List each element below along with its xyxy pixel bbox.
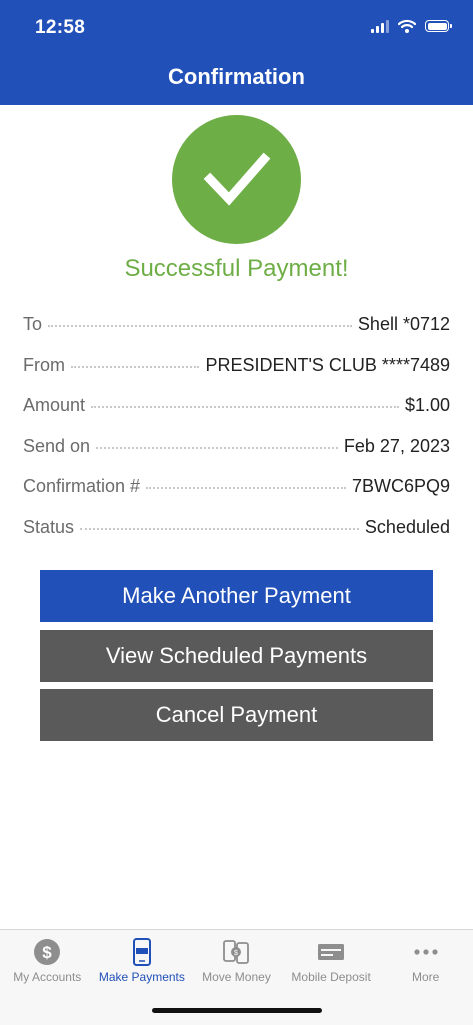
leader-dots — [80, 527, 359, 530]
tab-label: My Accounts — [13, 970, 82, 984]
detail-row-status: Status Scheduled — [23, 517, 450, 558]
detail-row-to: To Shell *0712 — [23, 314, 450, 355]
cancel-payment-button[interactable]: Cancel Payment — [40, 689, 433, 741]
ellipsis-icon — [414, 949, 438, 955]
tab-move-money[interactable]: $ Move Money — [189, 930, 284, 994]
pay-phone-icon — [132, 938, 151, 966]
home-indicator[interactable] — [152, 1008, 322, 1013]
detail-value: Shell *0712 — [357, 314, 450, 334]
detail-label: To — [23, 314, 43, 334]
tab-label: Move Money — [202, 970, 271, 984]
wifi-icon — [398, 19, 416, 33]
svg-text:$: $ — [43, 943, 53, 962]
svg-text:$: $ — [235, 950, 239, 957]
leader-dots — [71, 365, 200, 368]
make-another-payment-button[interactable]: Make Another Payment — [40, 570, 433, 622]
status-time: 12:58 — [35, 17, 86, 38]
tab-label: More — [412, 970, 440, 984]
transfer-phones-icon: $ — [223, 940, 250, 964]
detail-value: PRESIDENT'S CLUB ****7489 — [205, 354, 450, 375]
app-header: 12:58 Confirmation — [0, 0, 473, 105]
tab-more[interactable]: More — [378, 930, 473, 994]
detail-row-send-on: Send on Feb 27, 2023 — [23, 436, 450, 477]
signal-icon — [371, 19, 389, 33]
detail-label: Send on — [23, 435, 91, 456]
leader-dots — [96, 446, 338, 449]
leader-dots — [91, 406, 399, 409]
dollar-coin-icon: $ — [34, 939, 61, 965]
check-card-icon — [318, 944, 345, 960]
tab-my-accounts[interactable]: $ My Accounts — [0, 930, 95, 994]
view-scheduled-payments-button[interactable]: View Scheduled Payments — [40, 630, 433, 682]
leader-dots — [48, 325, 352, 327]
detail-label: From — [23, 354, 65, 375]
detail-row-confirmation: Confirmation # 7BWC6PQ9 — [23, 476, 450, 517]
detail-row-amount: Amount $1.00 — [23, 395, 450, 436]
detail-value: $1.00 — [404, 395, 450, 416]
tab-label: Mobile Deposit — [291, 970, 371, 984]
leader-dots — [146, 487, 346, 490]
detail-row-from: From PRESIDENT'S CLUB ****7489 — [23, 355, 450, 396]
battery-icon — [425, 20, 452, 32]
payment-details: To Shell *0712 From PRESIDENT'S CLUB ***… — [23, 314, 450, 558]
detail-value: Scheduled — [364, 516, 450, 537]
detail-label: Status — [23, 516, 75, 537]
success-message: Successful Payment! — [124, 255, 349, 282]
success-check-icon — [172, 115, 301, 244]
detail-label: Amount — [23, 395, 86, 416]
tab-label: Make Payments — [98, 970, 185, 984]
detail-value: 7BWC6PQ9 — [351, 476, 450, 497]
status-icons — [371, 19, 452, 33]
tab-make-payments[interactable]: Make Payments — [95, 930, 190, 994]
detail-value: Feb 27, 2023 — [343, 435, 450, 456]
detail-label: Confirmation # — [23, 476, 141, 497]
tab-mobile-deposit[interactable]: Mobile Deposit — [284, 930, 379, 994]
page-title: Confirmation — [168, 64, 305, 89]
